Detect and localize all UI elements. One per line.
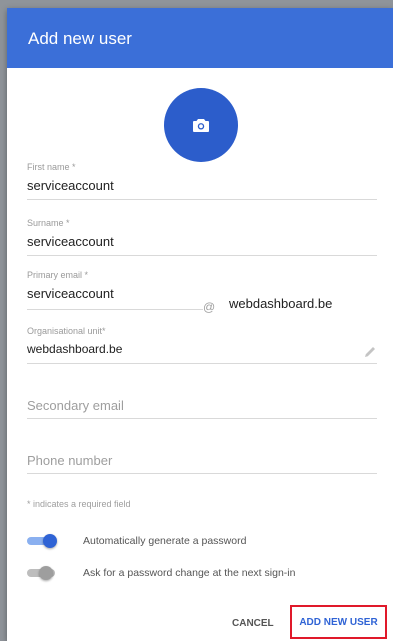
password-change-toggle[interactable] — [27, 566, 57, 580]
auto-password-knob — [43, 534, 57, 548]
org-unit-underline — [27, 363, 377, 364]
avatar-upload-button[interactable] — [164, 88, 238, 162]
at-symbol: @ — [203, 300, 216, 314]
dialog-header: Add new user — [7, 8, 393, 68]
dialog-title: Add new user — [28, 29, 132, 48]
phone-number-underline — [27, 473, 377, 474]
surname-input[interactable]: serviceaccount — [27, 234, 377, 249]
surname-label: Surname * — [27, 218, 70, 228]
camera-icon — [193, 119, 209, 132]
primary-email-underline — [27, 309, 203, 310]
required-field-hint: * indicates a required field — [27, 499, 131, 509]
org-unit-field[interactable]: Organisational unit* webdashboard.be — [27, 326, 377, 364]
primary-email-label: Primary email * — [27, 270, 89, 280]
password-change-label: Ask for a password change at the next si… — [83, 567, 296, 579]
add-new-user-button[interactable]: ADD NEW USER — [290, 605, 387, 639]
password-change-knob — [39, 566, 53, 580]
phone-number-input[interactable]: Phone number — [27, 453, 377, 468]
auto-password-toggle[interactable] — [27, 534, 57, 548]
add-user-dialog: Add new user First name * serviceaccount… — [7, 8, 393, 641]
cancel-button[interactable]: CANCEL — [232, 618, 274, 629]
org-unit-label: Organisational unit* — [27, 326, 106, 336]
primary-email-field[interactable]: Primary email * serviceaccount @ webdash… — [27, 270, 377, 314]
secondary-email-field[interactable]: Secondary email — [27, 398, 377, 420]
phone-number-field[interactable]: Phone number — [27, 453, 377, 475]
first-name-field[interactable]: First name * serviceaccount — [27, 162, 377, 200]
first-name-underline — [27, 199, 377, 200]
org-unit-value: webdashboard.be — [27, 342, 123, 356]
first-name-input[interactable]: serviceaccount — [27, 178, 377, 193]
password-change-row: Ask for a password change at the next si… — [27, 563, 295, 583]
secondary-email-input[interactable]: Secondary email — [27, 398, 377, 413]
email-domain: webdashboard.be — [229, 296, 333, 311]
surname-field[interactable]: Surname * serviceaccount — [27, 218, 377, 256]
auto-password-row: Automatically generate a password — [27, 531, 246, 551]
auto-password-label: Automatically generate a password — [83, 535, 247, 547]
surname-underline — [27, 255, 377, 256]
first-name-label: First name * — [27, 162, 76, 172]
secondary-email-underline — [27, 418, 377, 419]
pencil-icon[interactable] — [363, 345, 377, 359]
